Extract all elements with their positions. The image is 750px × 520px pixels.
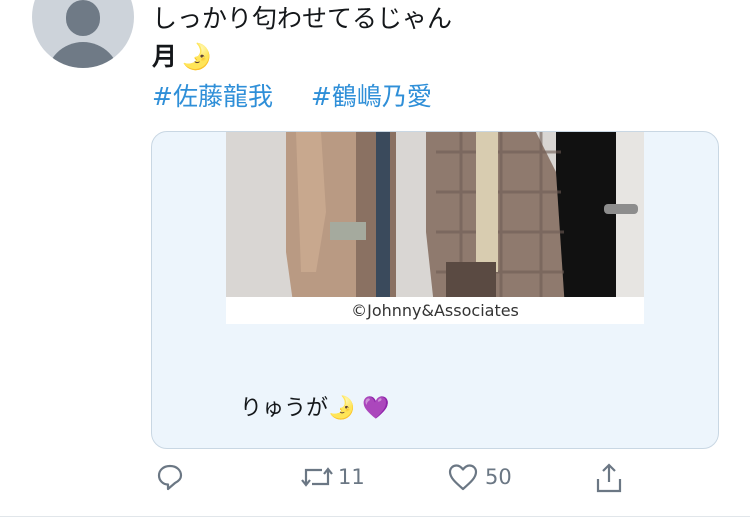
hashtags: #佐藤龍我 #鶴嶋乃愛 bbox=[152, 80, 462, 114]
card-text: りゅうが🌛 💜 bbox=[240, 396, 390, 421]
action-bar: 11 50 bbox=[0, 462, 750, 502]
moon-emoji: 🌛 bbox=[181, 42, 213, 71]
share-button[interactable] bbox=[594, 462, 624, 494]
tweet-text: しっかり匂わせてるじゃん bbox=[152, 4, 453, 33]
retweet-button[interactable]: 11 bbox=[300, 462, 365, 492]
reply-icon bbox=[157, 464, 183, 491]
heart-icon bbox=[448, 464, 478, 491]
reply-button[interactable] bbox=[155, 462, 185, 492]
share-icon bbox=[596, 463, 622, 493]
photo-caption: ©Johnny&Associates bbox=[226, 297, 644, 324]
media-card[interactable]: ©Johnny&Associates りゅうが🌛 💜 bbox=[151, 131, 719, 449]
avatar[interactable] bbox=[32, 0, 134, 68]
avatar-head bbox=[66, 0, 100, 36]
retweet-icon bbox=[301, 467, 333, 487]
photo-image bbox=[226, 132, 644, 324]
avatar-shoulders bbox=[46, 42, 120, 68]
hashtag-link[interactable]: #鶴嶋乃愛 bbox=[311, 82, 432, 111]
like-button[interactable]: 50 bbox=[447, 462, 512, 492]
hashtag-link[interactable]: #佐藤龍我 bbox=[152, 82, 273, 111]
like-count: 50 bbox=[485, 465, 512, 489]
photo[interactable] bbox=[226, 132, 644, 324]
tweet-line2-word: 月 bbox=[152, 42, 178, 71]
retweet-count: 11 bbox=[338, 465, 365, 489]
divider bbox=[0, 516, 750, 517]
tweet-line2: 月 🌛 bbox=[152, 40, 212, 74]
